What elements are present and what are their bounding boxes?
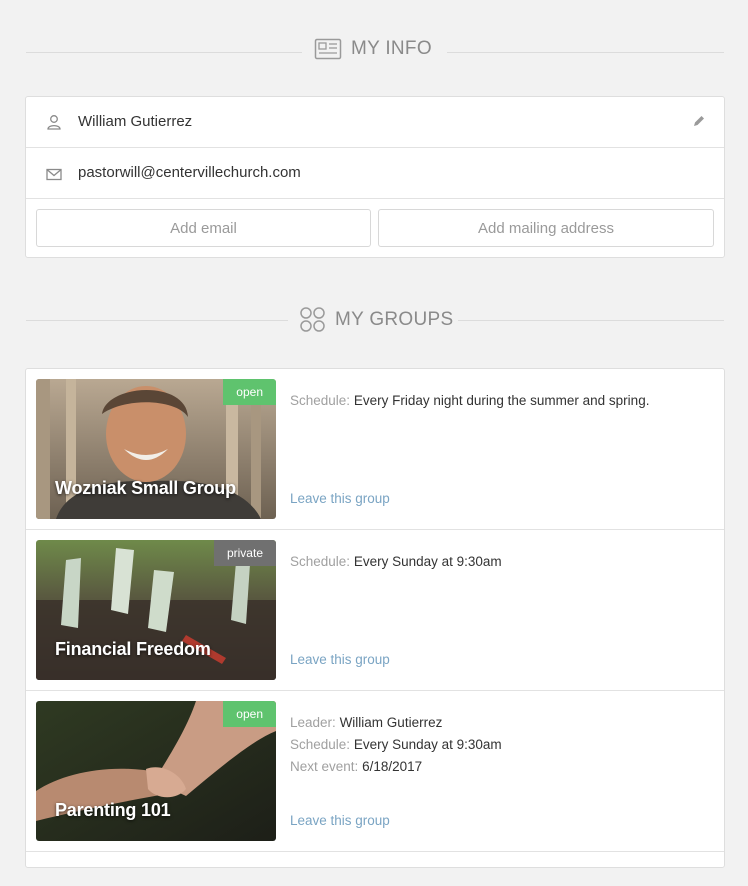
group-thumbnail[interactable]: open Wozniak Small Group [36,379,276,519]
leave-group-link[interactable]: Leave this group [290,491,390,506]
my-groups-header: MY GROUPS [26,306,724,336]
group-details: Leader: William Gutierrez Schedule: Ever… [290,712,502,778]
envelope-icon [46,168,62,181]
schedule-label: Schedule: [290,737,351,752]
name-row: William Gutierrez [26,97,724,148]
next-event-label: Next event: [290,759,359,774]
open-badge: open [223,379,276,405]
group-name: Parenting 101 [55,800,171,820]
group-row: open Parenting 101 Leader: William Gutie… [26,691,724,852]
my-groups-card: open Wozniak Small Group Schedule: Every… [25,368,725,868]
schedule-value: Every Sunday at 9:30am [353,554,502,569]
group-details: Schedule: Every Friday night during the … [290,390,649,412]
user-icon [47,115,61,130]
my-groups-title: MY GROUPS [335,308,454,330]
private-badge: private [213,540,276,566]
divider-line [26,320,288,321]
schedule-label: Schedule: [290,554,351,569]
schedule-value: Every Friday night during the summer and… [353,393,650,408]
leader-label: Leader: [290,715,336,730]
open-badge: open [223,701,276,727]
add-mailing-address-button[interactable]: Add mailing address [378,209,714,247]
my-info-card: William Gutierrez pastorwill@centerville… [25,96,725,258]
user-name: William Gutierrez [78,113,193,130]
add-email-button[interactable]: Add email [36,209,371,247]
groups-icon [300,307,325,332]
email-row: pastorwill@centervillechurch.com [26,148,724,199]
group-row: private Financial Freedom Schedule: Ever… [26,530,724,691]
leave-group-link[interactable]: Leave this group [290,813,390,828]
group-thumbnail[interactable]: open Parenting 101 [36,701,276,841]
pencil-icon[interactable] [692,114,706,128]
group-row: open Wozniak Small Group Schedule: Every… [26,369,724,530]
schedule-value: Every Sunday at 9:30am [353,737,502,752]
user-email: pastorwill@centervillechurch.com [78,164,301,181]
my-info-title: MY INFO [351,38,432,59]
group-thumbnail[interactable]: private Financial Freedom [36,540,276,680]
next-event-value: 6/18/2017 [362,759,423,774]
schedule-label: Schedule: [290,393,351,408]
group-name: Wozniak Small Group [55,478,236,498]
id-card-icon [314,38,342,60]
leave-group-link[interactable]: Leave this group [290,652,390,667]
my-info-header: MY INFO [26,38,724,68]
leader-value: William Gutierrez [339,715,443,730]
divider-line [458,320,724,321]
divider-line [26,52,302,53]
divider-line [447,52,724,53]
group-name: Financial Freedom [55,639,211,659]
group-details: Schedule: Every Sunday at 9:30am [290,551,502,573]
